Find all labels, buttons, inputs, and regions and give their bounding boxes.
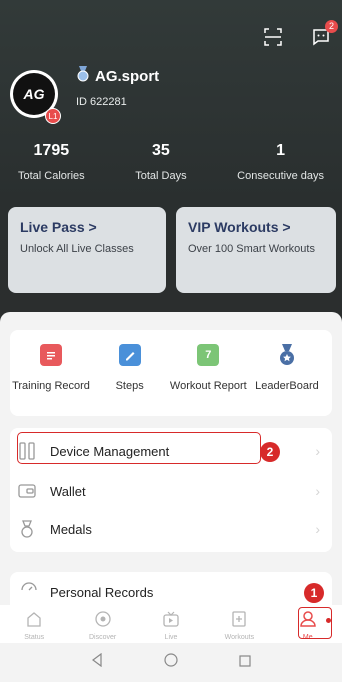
back-icon[interactable] bbox=[91, 652, 103, 672]
quick-actions-card: Training Record Steps 7 Workout Report L… bbox=[10, 330, 332, 416]
quick-action-label: Training Record bbox=[12, 380, 90, 392]
home-circle-icon[interactable] bbox=[164, 653, 178, 672]
recents-icon[interactable] bbox=[239, 654, 251, 672]
scan-icon[interactable] bbox=[262, 26, 284, 48]
stat-label: Total Days bbox=[135, 170, 187, 182]
wallet-icon bbox=[18, 482, 36, 500]
menu-label: Personal Records bbox=[50, 584, 154, 600]
steps-button[interactable]: Steps bbox=[91, 344, 169, 416]
chevron-right-icon: › bbox=[315, 521, 320, 537]
leaderboard-icon bbox=[276, 344, 298, 366]
training-record-icon bbox=[40, 344, 62, 366]
stat-consecutive-days: 1 Consecutive days bbox=[237, 142, 324, 182]
username: AG.sport bbox=[95, 68, 160, 85]
step-2-badge: 2 bbox=[260, 442, 280, 462]
stat-total-calories: 1795 Total Calories bbox=[18, 142, 85, 182]
bottom-nav: Status Discover Live Workouts Me bbox=[0, 605, 342, 643]
level-badge: L1 bbox=[45, 108, 61, 124]
name-row: AG.sport bbox=[76, 66, 159, 87]
menu-label: Medals bbox=[50, 521, 92, 537]
leaderboard-button[interactable]: LeaderBoard bbox=[248, 344, 326, 416]
me-indicator-dot bbox=[326, 618, 331, 623]
quick-action-label: Steps bbox=[115, 380, 144, 392]
nav-label: Live bbox=[164, 634, 178, 641]
vip-workouts-card[interactable]: VIP Workouts > Over 100 Smart Workouts bbox=[176, 207, 336, 293]
profile-header: 2 AG L1 AG.sport ID 622281 1795 Total Ca… bbox=[0, 0, 342, 330]
home-icon bbox=[26, 611, 42, 632]
nav-status[interactable]: Status bbox=[4, 605, 64, 643]
message-icon[interactable]: 2 bbox=[310, 20, 338, 48]
notification-badge: 2 bbox=[325, 20, 338, 33]
nav-label: Status bbox=[24, 634, 45, 641]
nav-label: Discover bbox=[88, 634, 117, 641]
quick-action-label: LeaderBoard bbox=[255, 380, 319, 392]
medal-icon bbox=[76, 66, 90, 87]
medal-outline-icon bbox=[18, 520, 36, 538]
training-record-button[interactable]: Training Record bbox=[12, 344, 90, 416]
workout-report-button[interactable]: 7 Workout Report bbox=[169, 344, 247, 416]
stat-value: 1 bbox=[276, 142, 286, 159]
system-nav-bar bbox=[0, 643, 342, 682]
nav-live[interactable]: Live bbox=[141, 605, 201, 643]
stats-row: 1795 Total Calories 35 Total Days 1 Cons… bbox=[0, 142, 342, 182]
stat-value: 1795 bbox=[33, 142, 70, 159]
promo-title: Live Pass > bbox=[20, 219, 97, 235]
wallet-row[interactable]: Wallet › bbox=[10, 472, 332, 510]
step-1-badge: 1 bbox=[304, 583, 324, 603]
live-tv-icon bbox=[163, 611, 179, 632]
stat-label: Total Calories bbox=[18, 170, 85, 182]
promo-subtitle: Over 100 Smart Workouts bbox=[188, 243, 315, 255]
nav-discover[interactable]: Discover bbox=[73, 605, 133, 643]
workouts-icon bbox=[231, 611, 247, 632]
chevron-right-icon: › bbox=[315, 483, 320, 499]
menu-card: Device Management › 2 Wallet › Medals › bbox=[10, 428, 332, 552]
stat-label: Consecutive days bbox=[237, 170, 324, 182]
promo-subtitle: Unlock All Live Classes bbox=[20, 243, 134, 255]
workout-report-icon: 7 bbox=[197, 344, 220, 366]
live-pass-card[interactable]: Live Pass > Unlock All Live Classes bbox=[8, 207, 166, 293]
compass-icon bbox=[94, 611, 111, 632]
highlight-device-management bbox=[17, 432, 261, 464]
records-icon bbox=[20, 581, 38, 603]
steps-icon bbox=[118, 344, 141, 366]
quick-action-label: Workout Report bbox=[169, 380, 247, 392]
highlight-me-tab bbox=[298, 607, 332, 639]
promo-title: VIP Workouts > bbox=[188, 219, 291, 235]
stat-value: 35 bbox=[152, 142, 170, 159]
stat-total-days: 35 Total Days bbox=[135, 142, 186, 182]
menu-label: Wallet bbox=[50, 483, 86, 499]
medals-row[interactable]: Medals › bbox=[10, 510, 332, 548]
top-actions: 2 bbox=[262, 20, 338, 48]
user-id: ID 622281 bbox=[76, 96, 127, 108]
nav-workouts[interactable]: Workouts bbox=[209, 605, 269, 643]
nav-label: Workouts bbox=[224, 634, 255, 641]
chevron-right-icon: › bbox=[315, 443, 320, 459]
